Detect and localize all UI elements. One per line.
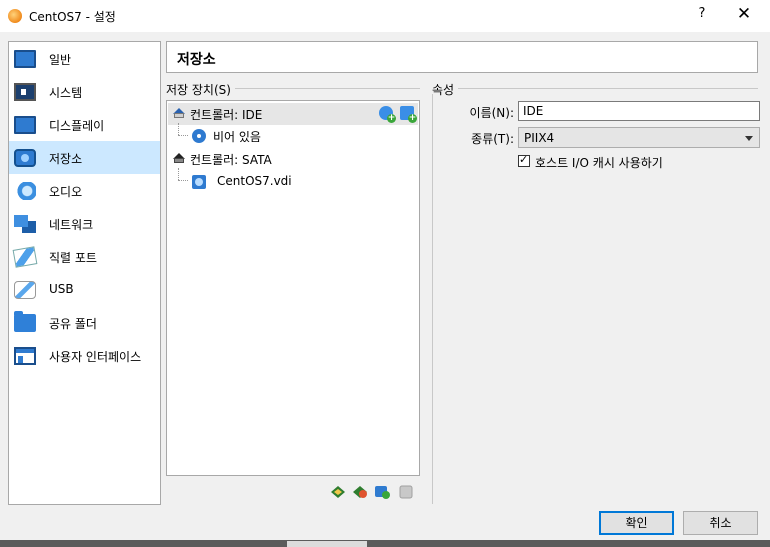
sidebar-item-serial-ports[interactable]: 직렬 포트 [9, 240, 160, 273]
user-interface-icon [14, 347, 36, 365]
chevron-down-icon [745, 136, 753, 141]
name-field[interactable]: IDE [518, 101, 760, 121]
storage-devices-group-label: 저장 장치(S) [166, 81, 235, 98]
network-icon [14, 215, 36, 233]
remove-controller-icon[interactable] [352, 485, 368, 499]
sidebar-item-network[interactable]: 네트워크 [9, 207, 160, 240]
sidebar-item-label: 사용자 인터페이스 [49, 350, 142, 364]
hard-disk-icon [192, 175, 206, 189]
sidebar-item-label: 오디오 [49, 185, 83, 199]
sata-controller-icon [173, 153, 185, 163]
sidebar-item-label: 시스템 [49, 86, 83, 100]
add-controller-icon[interactable] [330, 485, 346, 499]
sidebar-item-user-interface[interactable]: 사용자 인터페이스 [9, 339, 160, 372]
chip-icon [14, 83, 36, 101]
cancel-button[interactable]: 취소 [683, 511, 758, 535]
storage-tree[interactable]: 컨트롤러: IDE + + 비어 있음 컨트롤러: SATA CentOS7.v… [166, 100, 420, 476]
background-window-edge [0, 540, 770, 547]
close-button[interactable]: ✕ [732, 4, 756, 24]
attributes-group-divider [432, 88, 758, 89]
storage-icon [14, 149, 36, 167]
host-io-cache-label[interactable]: 호스트 I/O 캐시 사용하기 [535, 154, 663, 171]
sidebar-item-general[interactable]: 일반 [9, 42, 160, 75]
sidebar-item-label: 일반 [49, 53, 72, 67]
controller-type-value: PIIX4 [524, 131, 555, 145]
attributes-group-label: 속성 [432, 81, 459, 98]
folder-icon [14, 311, 36, 332]
tree-row-label: 컨트롤러: SATA [190, 153, 272, 167]
page-title: 저장소 [166, 41, 758, 73]
usb-icon [14, 281, 36, 299]
tree-row-controller-sata[interactable]: 컨트롤러: SATA [168, 148, 418, 170]
sidebar-item-label: 네트워크 [49, 218, 94, 232]
add-attachment-icon[interactable] [374, 485, 390, 499]
tree-row-disk-centos7[interactable]: CentOS7.vdi [168, 171, 418, 193]
ok-button[interactable]: 확인 [599, 511, 674, 535]
type-field-label: 종류(T): [471, 132, 514, 146]
sidebar-item-label: 공유 폴더 [49, 317, 97, 331]
sidebar-item-audio[interactable]: 오디오 [9, 174, 160, 207]
sidebar-item-display[interactable]: 디스플레이 [9, 108, 160, 141]
virtualbox-app-icon [8, 9, 22, 23]
display-icon [14, 116, 36, 134]
sidebar-item-shared-folders[interactable]: 공유 폴더 [9, 306, 160, 339]
sidebar-item-system[interactable]: 시스템 [9, 75, 160, 108]
help-button[interactable]: ? [692, 6, 712, 21]
ide-controller-icon [173, 108, 185, 118]
settings-category-list: 일반 시스템 디스플레이 저장소 오디오 네트워크 직렬 포트 USB 공유 폴… [8, 41, 161, 505]
controller-type-select[interactable]: PIIX4 [518, 127, 760, 148]
page-title-text: 저장소 [177, 52, 216, 68]
monitor-icon [14, 50, 36, 68]
tree-row-label: 컨트롤러: IDE [190, 108, 263, 122]
tree-row-label: CentOS7.vdi [217, 174, 292, 188]
sidebar-item-label: USB [49, 282, 74, 296]
sidebar-item-label: 직렬 포트 [49, 251, 97, 265]
title-bar: CentOS7 - 설정 ? ✕ [0, 0, 770, 32]
speaker-icon [14, 182, 36, 200]
add-optical-drive-icon[interactable]: + [379, 106, 396, 123]
window-title: CentOS7 - 설정 [29, 10, 116, 24]
optical-disc-icon [192, 129, 206, 143]
sidebar-item-label: 저장소 [49, 152, 83, 166]
name-field-label: 이름(N): [469, 106, 514, 120]
tree-row-label: 비어 있음 [213, 130, 261, 144]
tree-row-empty-optical[interactable]: 비어 있음 [168, 125, 418, 147]
attributes-vertical-rule [432, 94, 433, 504]
sidebar-item-storage[interactable]: 저장소 [9, 141, 160, 174]
sidebar-item-usb[interactable]: USB [9, 273, 160, 306]
add-hard-disk-icon[interactable]: + [400, 106, 417, 123]
sidebar-item-label: 디스플레이 [49, 119, 105, 133]
tree-row-controller-ide[interactable]: 컨트롤러: IDE + + [168, 103, 418, 125]
remove-attachment-icon[interactable] [398, 485, 414, 499]
host-io-cache-checkbox[interactable] [518, 153, 530, 167]
serial-port-icon [12, 246, 38, 268]
